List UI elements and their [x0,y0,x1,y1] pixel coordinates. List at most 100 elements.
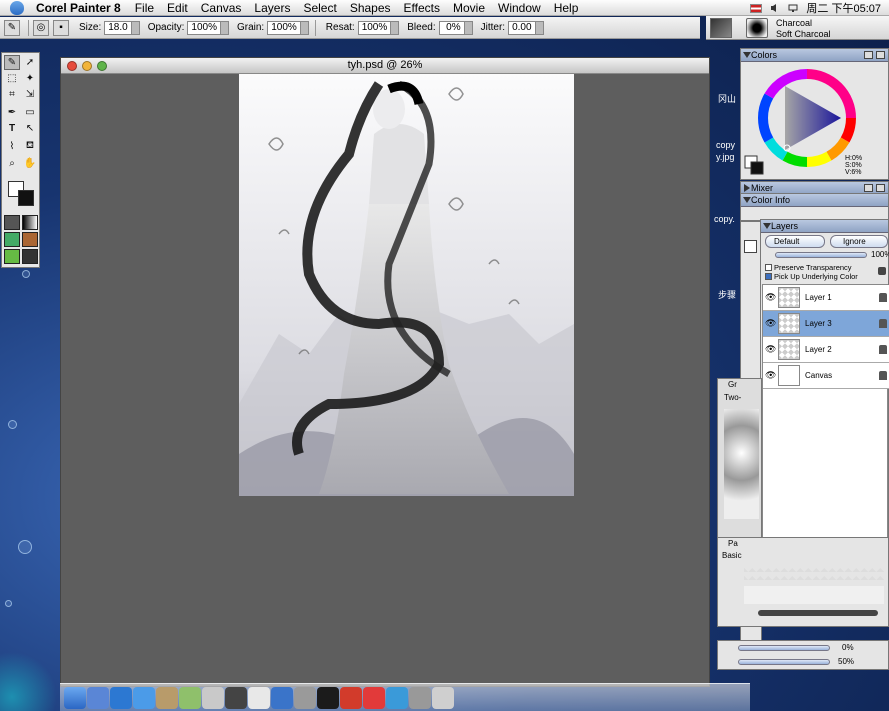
brush-tool-icon[interactable]: ✎ [4,55,20,70]
grain-field[interactable]: 100% [267,20,301,35]
jitter-field[interactable]: 0.00 [508,20,536,35]
slider-value-2[interactable]: 50% [838,657,854,666]
opacity-field[interactable]: 100% [187,20,221,35]
ichat-dock-icon[interactable] [133,686,155,709]
magnifier-icon[interactable]: ⌕ [4,156,20,171]
ie-dock-icon[interactable] [110,686,132,709]
brush-tool-icon[interactable]: ✎ [4,19,20,36]
ical-dock-icon[interactable] [248,686,270,709]
shape-selection-icon[interactable]: ↖ [22,121,38,136]
panel-menu-icon[interactable] [876,51,885,59]
resat-field[interactable]: 100% [357,20,392,35]
itunes-dock-icon[interactable] [179,686,201,709]
menu-layers[interactable]: Layers [254,1,290,15]
desktop-label[interactable]: 步骤 [718,288,736,301]
brush-category-name[interactable]: Charcoal [776,18,812,28]
desktop-label[interactable]: y.jpg [716,152,734,162]
brush-variant-icon[interactable] [746,18,768,38]
eye-icon[interactable]: 👁 [765,292,776,302]
grain-stepper[interactable] [300,20,309,35]
document-titlebar[interactable]: tyh.psd @ 26% [61,58,709,74]
quicktime-dock-icon[interactable] [271,686,293,709]
jitter-stepper[interactable] [535,20,544,35]
app-dock-icon[interactable] [409,686,431,709]
menu-file[interactable]: File [135,1,154,15]
collapse-triangle-icon[interactable] [743,52,751,58]
panel-close-icon[interactable] [864,184,873,192]
rect-select-icon[interactable]: ⬚ [4,71,20,86]
color-wheel[interactable] [741,62,889,180]
desktop-label[interactable]: copy [716,140,735,150]
apple-menu-icon[interactable] [10,0,24,15]
menu-window[interactable]: Window [498,1,541,15]
opacity-stepper[interactable] [220,20,229,35]
opacity-slider[interactable] [775,252,867,258]
slider-track[interactable] [738,659,830,665]
layers-panel-header[interactable]: Layers [761,220,888,233]
paper-swatch[interactable] [744,564,884,582]
desktop-label[interactable]: 冈山 [718,92,736,105]
paper-swatch[interactable] [744,586,884,604]
dab-type-icon[interactable]: ◎ [33,19,49,36]
menu-select[interactable]: Select [303,1,336,15]
panel-menu-icon[interactable] [876,184,885,192]
layer-row-layer-1[interactable]: 👁 Layer 1 [763,285,889,311]
swatch-icon[interactable] [744,240,757,253]
composite-method-select[interactable]: Default [765,235,825,248]
minimize-button[interactable] [82,61,92,71]
trash-dock-icon[interactable] [432,686,454,709]
brush-variant-name[interactable]: Soft Charcoal [776,29,831,39]
menu-canvas[interactable]: Canvas [201,1,242,15]
menu-effects[interactable]: Effects [404,1,440,15]
colors-panel-header[interactable]: Colors [741,49,888,62]
grabber-icon[interactable]: ✋ [22,156,38,171]
menu-movie[interactable]: Movie [453,1,485,15]
dropper-icon[interactable]: ⌇ [4,139,20,154]
iphoto-dock-icon[interactable] [202,686,224,709]
app-dock-icon[interactable] [363,686,385,709]
mail-dock-icon[interactable] [87,686,109,709]
volume-icon[interactable] [770,3,780,13]
eye-icon[interactable]: 👁 [765,344,776,354]
menu-shapes[interactable]: Shapes [350,1,391,15]
weaving-selector-icon[interactable] [22,232,38,247]
paint-bucket-icon[interactable]: ⛾ [22,139,38,154]
layer-lock-icon[interactable] [878,267,886,275]
imovie-dock-icon[interactable] [225,686,247,709]
composite-depth-select[interactable]: Ignore [830,235,888,248]
slider-track[interactable] [738,645,830,651]
painter-dock-icon[interactable] [317,686,339,709]
panel-close-icon[interactable] [864,51,873,59]
desktop-label[interactable]: copy. [714,214,735,224]
address-book-dock-icon[interactable] [156,686,178,709]
collapse-triangle-icon[interactable] [763,223,771,229]
eye-icon[interactable]: 👁 [765,318,776,328]
gradient-selector-icon[interactable] [22,215,38,230]
resat-stepper[interactable] [391,20,400,35]
expand-triangle-icon[interactable] [744,184,750,192]
pick-up-color-checkbox[interactable] [765,273,772,280]
canvas-image[interactable] [239,74,574,496]
app-menu[interactable]: Corel Painter 8 [36,1,121,15]
input-flag-icon[interactable] [750,3,763,13]
zoom-button[interactable] [97,61,107,71]
stroke-type-icon[interactable]: ▪ [53,19,69,36]
layer-row-layer-3[interactable]: 👁 Layer 3 [763,311,889,337]
layer-opacity-value[interactable]: 100% [871,250,889,259]
crop-icon[interactable]: ⌗ [4,87,20,102]
menubar-clock[interactable]: 周二 下午05:07 [806,0,881,16]
menu-edit[interactable]: Edit [167,1,188,15]
brush-category-icon[interactable] [710,18,732,38]
magic-wand-icon[interactable]: ✦ [22,71,38,86]
color-info-panel-header[interactable]: Color Info [741,194,888,207]
collapse-triangle-icon[interactable] [743,197,751,203]
eye-icon[interactable]: 👁 [765,370,776,380]
slider-value-1[interactable]: 0% [842,643,854,652]
text-icon[interactable]: T [4,121,20,136]
rectangle-shape-icon[interactable]: ▭ [22,105,38,120]
bleed-field[interactable]: 0% [438,20,465,35]
pen-icon[interactable]: ✒ [4,105,20,120]
layer-row-canvas[interactable]: 👁 Canvas [763,363,889,389]
menu-help[interactable]: Help [554,1,579,15]
display-icon[interactable] [788,3,798,13]
